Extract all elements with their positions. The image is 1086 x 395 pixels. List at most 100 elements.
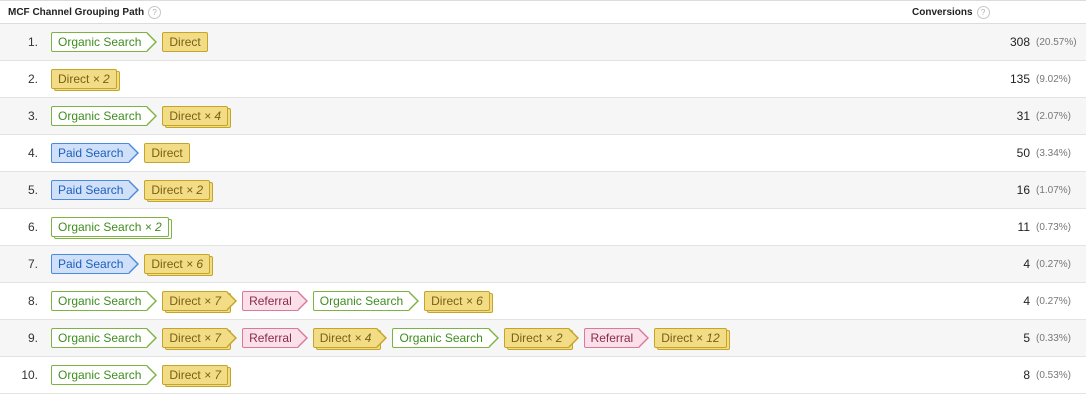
table-row: 9. Organic Search Direct × 7 Referral Direct… [0,320,1086,357]
conversions-cell: 11 (0.73%) [1018,209,1076,245]
conversions-percent: (1.07%) [1036,184,1072,196]
row-number: 9. [27,331,38,345]
channel-chip-paid: Paid Search [51,143,140,163]
conversion-path: Direct × 2 [51,69,124,89]
conversions-value: 4 [1023,257,1030,271]
conversions-cell: 8 (0.53%) [1023,357,1076,393]
channel-chip-organic: Organic Search [392,328,500,348]
channel-multiplier: × 2 [144,220,162,234]
conversion-path: Organic Search Direct × 4 [51,106,235,126]
help-icon[interactable]: ? [148,6,162,19]
channel-chip-direct: Direct × 2 [144,180,211,200]
channel-chip-referral: Referral [242,291,308,311]
channel-chip-direct: Direct [144,143,190,163]
channel-chip-referral: Referral [583,328,649,348]
channel-label: Organic Search [319,294,404,308]
channel-label: Organic Search [399,331,483,345]
conversions-cell: 4 (0.27%) [1023,246,1076,282]
conversions-cell: 50 (3.34%) [1017,135,1076,171]
channel-multiplier: × 4 [204,109,222,123]
channel-label: Direct [169,368,201,382]
conversions-percent: (0.53%) [1036,369,1072,381]
conversions-value: 5 [1023,331,1030,345]
row-number: 4. [27,146,38,160]
row-number: 8. [27,294,38,308]
row-number: 2. [27,72,38,86]
table-row: 1. Organic Search Direct 308 (20.57%) [0,24,1086,61]
channel-multiplier: × 7 [204,331,222,345]
channel-multiplier: × 2 [186,183,204,197]
conversions-percent: (0.73%) [1036,221,1072,233]
channel-label: Direct [510,331,543,345]
channel-label: Organic Search [58,109,142,123]
channel-label: Organic Search [58,368,142,382]
channel-label: Referral [249,331,292,345]
conversions-column-header[interactable]: Conversions ? [912,6,990,19]
channel-chip-direct: Direct × 6 [144,254,211,274]
path-column-label: MCF Channel Grouping Path [8,7,145,18]
channel-label: Referral [590,331,634,345]
channel-label: Paid Search [58,183,124,197]
table-row: 6. Organic Search × 2 11 (0.73%) [0,209,1086,246]
conversions-cell: 16 (1.07%) [1017,172,1076,208]
conversions-column-label: Conversions [912,7,973,18]
table-row: 10. Organic Search Direct × 7 8 (0.53%) [0,357,1086,394]
channel-chip-organic: Organic Search [51,32,158,52]
conversion-path: Paid Search Direct × 6 [51,254,217,274]
conversion-path: Organic Search Direct [51,32,215,52]
channel-label: Organic Search [58,331,142,345]
channel-label: Paid Search [58,257,124,271]
table-body: 1. Organic Search Direct 308 (20.57%) 2. Direc… [0,24,1086,394]
table-row: 4. Paid Search Direct 50 (3.34%) [0,135,1086,172]
channel-label: Direct [151,183,183,197]
channel-chip-organic: Organic Search [312,291,420,311]
conversion-path: Organic Search Direct × 7 [51,365,235,385]
conversions-value: 8 [1023,368,1030,382]
channel-label: Organic Search [58,35,142,49]
table-row: 3. Organic Search Direct × 4 31 (2.07%) [0,98,1086,135]
mcf-paths-table: MCF Channel Grouping Path ? Conversions … [0,0,1086,394]
conversions-percent: (2.07%) [1036,110,1072,122]
channel-chip-organic: Organic Search [51,106,158,126]
conversions-percent: (3.34%) [1036,147,1072,159]
channel-multiplier: × 2 [545,331,563,345]
table-row: 2. Direct × 2 135 (9.02%) [0,61,1086,98]
channel-chip-direct: Direct × 2 [51,69,117,89]
channel-chip-organic: Organic Search [51,291,158,311]
conversions-percent: (0.27%) [1036,258,1072,270]
table-row: 5. Paid Search Direct × 2 16 (1.07%) [0,172,1086,209]
conversion-path: Paid Search Direct × 2 [51,180,217,200]
channel-chip-direct: Direct × 7 [162,291,237,311]
conversions-cell: 5 (0.33%) [1023,320,1076,356]
conversions-value: 31 [1016,109,1030,123]
conversions-value: 308 [1009,35,1030,49]
channel-label: Organic Search [58,220,142,234]
conversions-percent: (9.02%) [1036,73,1072,85]
channel-label: Direct [169,331,201,345]
channel-chip-organic: Organic Search [51,328,158,348]
channel-chip-organic: Organic Search × 2 [51,217,169,237]
help-icon[interactable]: ? [976,6,990,19]
channel-label: Direct [169,35,201,49]
channel-chip-direct: Direct × 4 [312,328,388,348]
channel-label: Direct [431,294,463,308]
channel-multiplier: × 6 [465,294,483,308]
channel-chip-direct: Direct × 4 [162,106,229,126]
channel-label: Direct [319,331,352,345]
channel-chip-paid: Paid Search [51,180,140,200]
channel-multiplier: × 2 [92,72,110,86]
channel-label: Direct [661,331,693,345]
conversions-value: 135 [1009,72,1030,86]
channel-label: Direct [151,146,183,160]
row-number: 10. [21,368,38,382]
channel-chip-paid: Paid Search [51,254,140,274]
channel-chip-direct: Direct [162,32,208,52]
path-column-header[interactable]: MCF Channel Grouping Path ? [8,6,162,19]
conversions-cell: 4 (0.27%) [1023,283,1076,319]
channel-chip-direct: Direct × 12 [654,328,727,348]
conversions-value: 11 [1017,220,1030,234]
channel-label: Organic Search [58,294,142,308]
conversions-percent: (20.57%) [1036,36,1077,48]
channel-chip-direct: Direct × 2 [503,328,579,348]
conversions-cell: 135 (9.02%) [1010,61,1076,97]
